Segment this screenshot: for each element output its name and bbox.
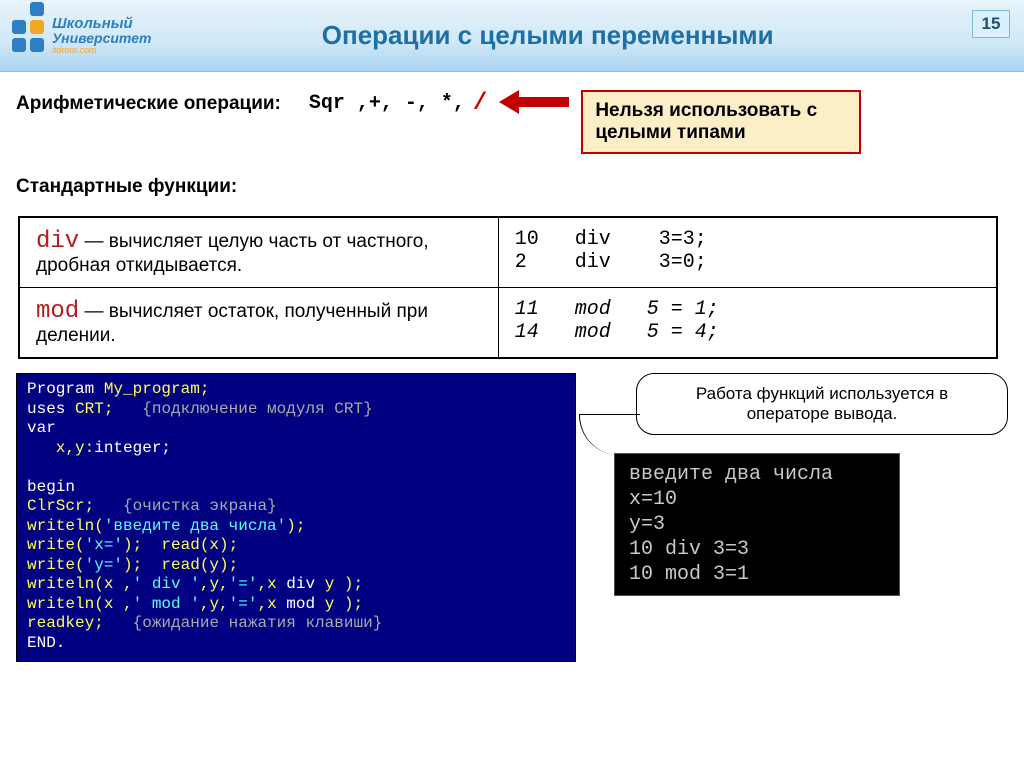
stdfunc-label: Стандартные функции: bbox=[16, 176, 1008, 198]
logo: Школьный Университет itdrom.com bbox=[0, 16, 151, 55]
speech-bubble: Работа функций используется в операторе … bbox=[636, 373, 1008, 435]
arith-row: Арифметические операции: Sqr ,+, -, *, /… bbox=[16, 90, 1008, 154]
arrow-left-icon bbox=[499, 90, 569, 114]
table-row: mod — вычисляет остаток, полученный при … bbox=[19, 288, 997, 359]
callout-warning: Нельзя использовать с целыми типами bbox=[581, 90, 861, 154]
mod-keyword: mod bbox=[36, 298, 79, 325]
console-output: введите два числа x=10 y=3 10 div 3=3 10… bbox=[614, 453, 900, 596]
div-keyword: div bbox=[36, 228, 79, 255]
slide-header: Школьный Университет itdrom.com Операции… bbox=[0, 0, 1024, 72]
operations-table: div — вычисляет целую часть от частного,… bbox=[18, 216, 998, 359]
logo-sub: itdrom.com bbox=[52, 46, 151, 55]
arith-slash: / bbox=[473, 90, 487, 117]
page-number: 15 bbox=[972, 10, 1010, 38]
slide-title: Операции с целыми переменными bbox=[151, 20, 1024, 51]
pascal-code: Program My_program; uses CRT; {подключен… bbox=[16, 373, 576, 662]
arith-ops: Sqr ,+, -, *, bbox=[309, 92, 465, 115]
mod-examples: 11 mod 5 = 1; 14 mod 5 = 4; bbox=[498, 288, 997, 359]
arith-label: Арифметические операции: bbox=[16, 93, 281, 115]
logo-line2: Университет bbox=[52, 31, 151, 45]
div-examples: 10 div 3=3; 2 div 3=0; bbox=[498, 217, 997, 288]
logo-line1: Школьный bbox=[52, 16, 151, 31]
slide-content: Арифметические операции: Sqr ,+, -, *, /… bbox=[0, 72, 1024, 662]
div-desc: — вычисляет целую часть от частного, дро… bbox=[36, 231, 429, 276]
logo-text: Школьный Университет itdrom.com bbox=[52, 16, 151, 55]
table-row: div — вычисляет целую часть от частного,… bbox=[19, 217, 997, 288]
logo-icon bbox=[12, 20, 44, 52]
mod-desc: — вычисляет остаток, полученный при деле… bbox=[36, 301, 428, 346]
